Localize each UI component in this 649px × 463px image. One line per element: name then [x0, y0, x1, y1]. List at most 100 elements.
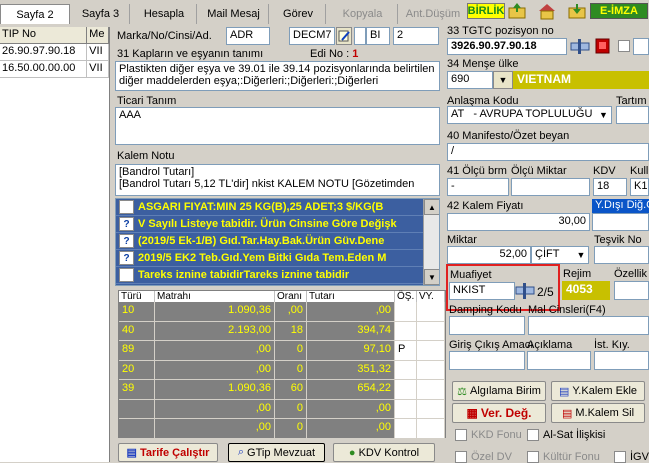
- upload-folder-icon[interactable]: [507, 2, 527, 20]
- lookup-icon[interactable]: [515, 282, 535, 300]
- damping-field[interactable]: [449, 316, 525, 335]
- kap-description-field[interactable]: Plastikten diğer eşya ve 39.01 ile 39.14…: [115, 61, 440, 91]
- cell-orani[interactable]: 18: [275, 321, 307, 341]
- cell-orani[interactable]: 0: [275, 360, 307, 380]
- cell-turu[interactable]: [119, 399, 155, 419]
- list-item[interactable]: 16.50.00.00.00 VII: [0, 61, 109, 78]
- lookup-icon[interactable]: [569, 38, 591, 55]
- cell-orani[interactable]: ,00: [275, 302, 307, 322]
- mense-code-field[interactable]: 690: [447, 71, 493, 89]
- tgtc-extra-field[interactable]: [633, 38, 649, 55]
- cell-os[interactable]: [395, 302, 417, 322]
- note-checkbox[interactable]: [119, 200, 134, 214]
- cell-matrahi[interactable]: 2.193,00: [155, 321, 275, 341]
- rejim-value[interactable]: 4053: [562, 281, 610, 300]
- kalem-notu-field[interactable]: [Bandrol Tutarı] [Bandrol Tutarı 5,12 TL…: [115, 164, 440, 196]
- cell-matrahi[interactable]: ,00: [155, 399, 275, 419]
- dropdown-arrow-icon[interactable]: ▼: [493, 71, 513, 89]
- cell-matrahi[interactable]: ,00: [155, 419, 275, 439]
- ydisi-field[interactable]: [592, 213, 649, 231]
- kalem-fiyati-field[interactable]: 30,00: [447, 213, 590, 231]
- ticari-field[interactable]: AAA: [115, 107, 440, 145]
- cell-matrahi[interactable]: 1.090,36: [155, 380, 275, 400]
- tarife-calistir-button[interactable]: ▤ Tarife Çalıştır: [118, 443, 218, 462]
- ozel-dv-checkbox[interactable]: Özel DV: [455, 451, 512, 463]
- ist-kiy-field[interactable]: [594, 351, 649, 370]
- cell-turu[interactable]: 40: [119, 321, 155, 341]
- col-tip-no[interactable]: TIP No: [0, 27, 88, 43]
- list-item[interactable]: ASGARI FIYAT:MIN 25 KG(B),25 ADET;3 $/KG…: [116, 199, 439, 216]
- edit-icon[interactable]: [336, 27, 352, 45]
- olcu-miktar-field[interactable]: [511, 178, 590, 196]
- tab-kopyala[interactable]: Kopyala: [328, 4, 398, 24]
- cell-orani[interactable]: 0: [275, 341, 307, 361]
- table-row[interactable]: 10 1.090,36,00,00: [119, 302, 445, 322]
- aciklama-field[interactable]: [527, 351, 591, 370]
- cell-os[interactable]: [395, 321, 417, 341]
- tab-sayfa-3[interactable]: Sayfa 3: [72, 4, 130, 24]
- ydisi-header[interactable]: Y.Dışı Diğ.G: [592, 199, 649, 213]
- col-me[interactable]: Me: [87, 27, 109, 43]
- m-kalem-sil-button[interactable]: ▤ M.Kalem Sil: [551, 403, 645, 423]
- ver-deg-button[interactable]: ▦ Ver. Değ.: [452, 403, 546, 423]
- cell-os[interactable]: [395, 419, 417, 439]
- kdv-kontrol-button[interactable]: ● KDV Kontrol: [333, 443, 435, 462]
- cell-turu[interactable]: 20: [119, 360, 155, 380]
- marka-field-4[interactable]: 2: [393, 27, 439, 45]
- olcu-brm-field[interactable]: -: [447, 178, 509, 196]
- mal-cinsleri-field[interactable]: [528, 316, 649, 335]
- birlik-button[interactable]: BİRLİK: [467, 3, 505, 19]
- list-item[interactable]: ? 2019/5 EK2 Teb.Gıd.Yem Bitki Gıda Tem.E…: [116, 250, 439, 267]
- cell-vy[interactable]: [417, 360, 445, 380]
- scroll-down-icon[interactable]: ▼: [424, 269, 439, 285]
- cell-orani[interactable]: 0: [275, 399, 307, 419]
- cell-tutari[interactable]: ,00: [307, 302, 395, 322]
- tab-hesapla[interactable]: Hesapla: [132, 4, 197, 24]
- chevron-down-icon[interactable]: ▼: [574, 248, 588, 262]
- al-sat-checkbox[interactable]: Al-Sat İlişkisi: [527, 429, 605, 442]
- table-row[interactable]: ,00 0,00: [119, 399, 445, 419]
- cell-matrahi[interactable]: ,00: [155, 341, 275, 361]
- cell-turu[interactable]: 89: [119, 341, 155, 361]
- cell-vy[interactable]: [417, 321, 445, 341]
- tab-ant-dusum[interactable]: Ant.Düşüm: [400, 4, 466, 24]
- marka-field-2[interactable]: DECM7: [289, 27, 335, 45]
- kdv-field[interactable]: 18: [593, 178, 627, 196]
- table-row[interactable]: 89,00 0 97,10 P: [119, 341, 445, 361]
- marka-field-1[interactable]: ADR: [226, 27, 270, 45]
- notes-scrollbar[interactable]: ▲ ▼: [423, 199, 439, 285]
- cell-tutari[interactable]: ,00: [307, 419, 395, 439]
- muafiyet-field[interactable]: NKIST: [449, 282, 515, 300]
- algilama-birim-button[interactable]: ⚖ Algılama Birim: [452, 381, 546, 401]
- cell-os[interactable]: [395, 360, 417, 380]
- question-icon[interactable]: ?: [119, 251, 134, 265]
- tesvik-field[interactable]: [594, 246, 649, 264]
- cell-turu[interactable]: [119, 419, 155, 439]
- gtip-mevzuat-button[interactable]: ⌕ GTip Mevzuat: [228, 443, 325, 462]
- question-icon[interactable]: ?: [119, 234, 134, 248]
- kkd-fonu-checkbox[interactable]: KKD Fonu: [455, 429, 522, 442]
- cell-vy[interactable]: [417, 341, 445, 361]
- cell-vy[interactable]: [417, 302, 445, 322]
- chevron-down-icon[interactable]: ▼: [596, 107, 611, 123]
- tartim-field[interactable]: [616, 106, 649, 124]
- cell-tutari[interactable]: 394,74: [307, 321, 395, 341]
- cell-vy[interactable]: [417, 399, 445, 419]
- cell-matrahi[interactable]: 1.090,36: [155, 302, 275, 322]
- cell-tutari[interactable]: 97,10: [307, 341, 395, 361]
- cell-os[interactable]: [395, 380, 417, 400]
- cell-os[interactable]: [395, 399, 417, 419]
- cell-turu[interactable]: 39: [119, 380, 155, 400]
- cell-orani[interactable]: 60: [275, 380, 307, 400]
- question-icon[interactable]: ?: [119, 217, 134, 231]
- table-row[interactable]: 39 1.090,36 60 654,22: [119, 380, 445, 400]
- anlasma-select[interactable]: AT - AVRUPA TOPLULUĞU: [447, 106, 612, 124]
- e-imza-button[interactable]: E-İMZA: [590, 3, 648, 19]
- cell-orani[interactable]: 0: [275, 419, 307, 439]
- cell-tutari[interactable]: 654,22: [307, 380, 395, 400]
- home-icon[interactable]: [537, 2, 557, 20]
- tgtc-checkbox[interactable]: [618, 40, 630, 52]
- table-row[interactable]: 20,00 0 351,32: [119, 360, 445, 380]
- note-checkbox[interactable]: [119, 268, 134, 282]
- table-row[interactable]: 40 2.193,00 18 394,74: [119, 321, 445, 341]
